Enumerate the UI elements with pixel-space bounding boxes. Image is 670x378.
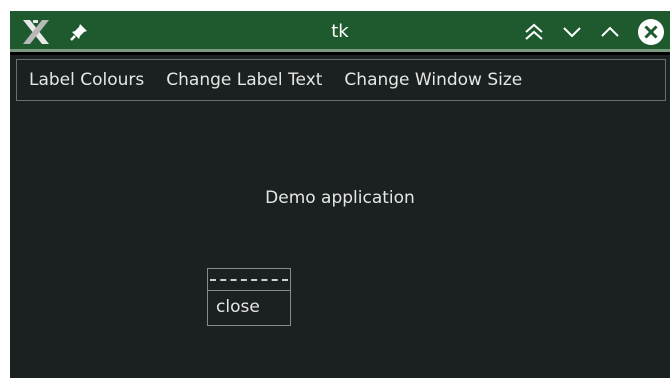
menu-change-window-size[interactable]: Change Window Size bbox=[333, 60, 533, 100]
menu-change-label-text[interactable]: Change Label Text bbox=[155, 60, 333, 100]
maximize-icon[interactable] bbox=[596, 11, 624, 52]
title-bar[interactable]: tk bbox=[10, 11, 670, 52]
shade-icon[interactable] bbox=[520, 11, 548, 52]
minimize-icon[interactable] bbox=[558, 11, 586, 52]
tearoff-line[interactable] bbox=[208, 269, 290, 291]
menu-item-close[interactable]: close bbox=[208, 292, 290, 325]
popup-menu: close bbox=[207, 268, 291, 326]
close-icon[interactable] bbox=[634, 11, 668, 52]
app-window: tk Label Colours Change Label Text Chang… bbox=[10, 11, 670, 378]
menu-bar: Label Colours Change Label Text Change W… bbox=[16, 59, 666, 101]
app-x-icon[interactable] bbox=[20, 11, 52, 52]
pin-icon[interactable] bbox=[65, 11, 93, 52]
tearoff-dash bbox=[210, 279, 288, 281]
menu-label-colours[interactable]: Label Colours bbox=[17, 60, 155, 100]
demo-label: Demo application bbox=[265, 188, 415, 208]
client-area: Label Colours Change Label Text Change W… bbox=[10, 55, 670, 378]
